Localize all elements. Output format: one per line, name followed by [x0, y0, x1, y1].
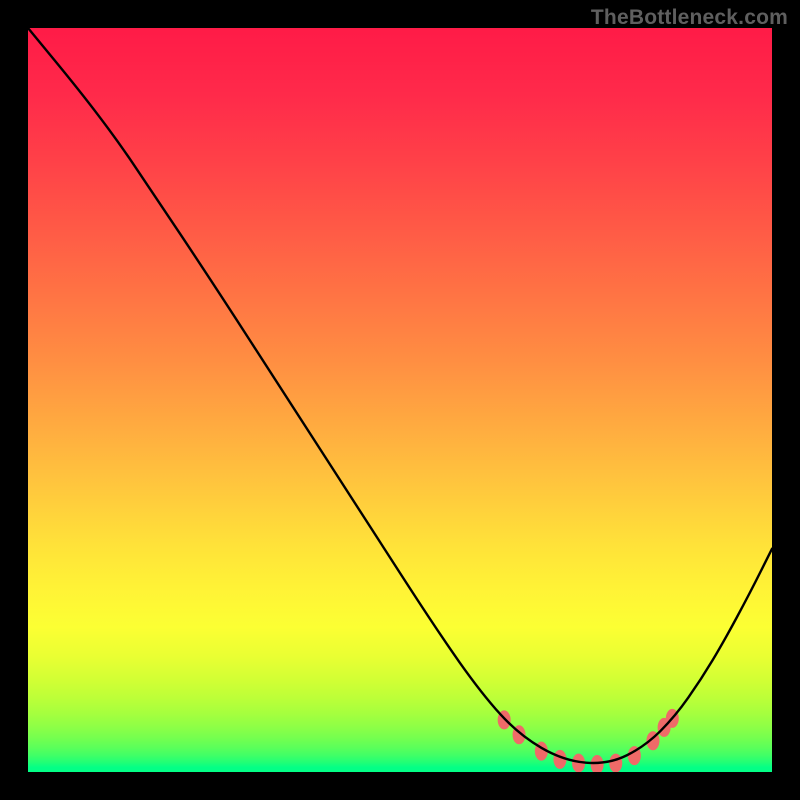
chart-stage: TheBottleneck.com [0, 0, 800, 800]
plot-area [28, 28, 772, 772]
background-gradient [28, 28, 772, 772]
watermark-text: TheBottleneck.com [591, 6, 788, 30]
